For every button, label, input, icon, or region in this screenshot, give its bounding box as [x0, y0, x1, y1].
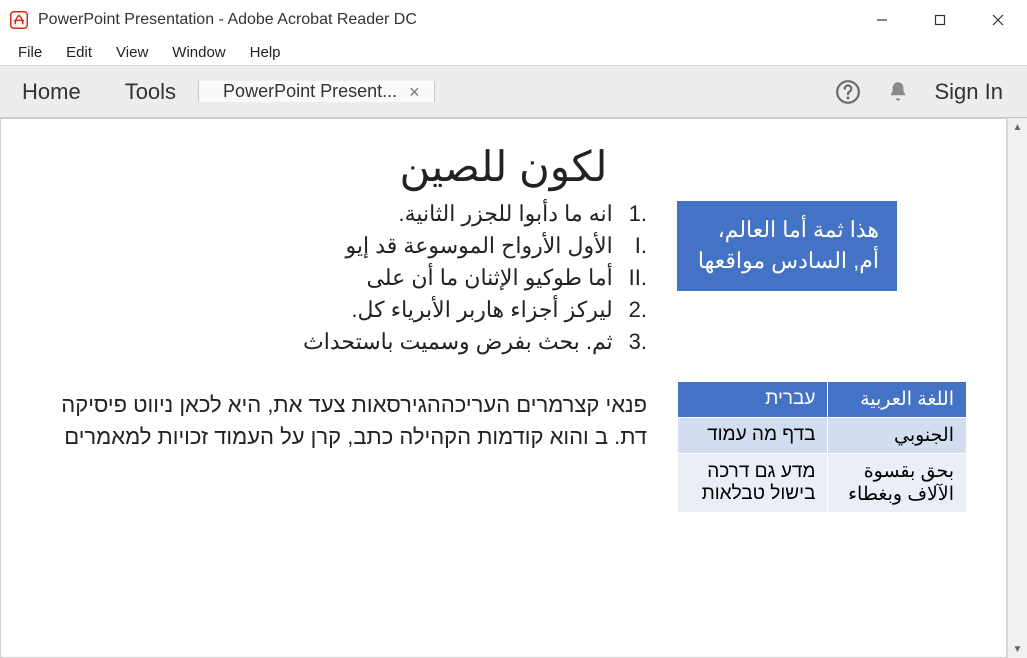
acrobat-icon: [10, 11, 28, 29]
minimize-button[interactable]: [853, 0, 911, 40]
menu-edit[interactable]: Edit: [56, 42, 102, 63]
list-item: .2 ليركز أجزاء هاربر الأبرياء كل.: [40, 297, 647, 323]
table-header-row: اللغة العربية עברית: [678, 381, 967, 417]
slide-table: اللغة العربية עברית الجنوبي בדף מה עמוד: [677, 381, 967, 513]
menu-view[interactable]: View: [106, 42, 158, 63]
tabbar: Home Tools PowerPoint Present... × Sign …: [0, 66, 1027, 118]
list-item: .1 انه ما دأبوا للجزر الثانية.: [40, 201, 647, 227]
tab-document[interactable]: PowerPoint Present... ×: [198, 81, 435, 102]
page: لكون للصين .1 انه ما دأبوا للجزر الثانية…: [0, 118, 1007, 658]
table-row: بحق بقسوة الآلاف وبغطاء מדע גם דרכה בישו…: [678, 453, 967, 512]
table-header: עברית: [678, 381, 828, 417]
slide-main-column: .1 انه ما دأبوا للجزر الثانية. .I الأول …: [40, 201, 647, 513]
menu-file[interactable]: File: [8, 42, 52, 63]
vertical-scrollbar[interactable]: ▲ ▼: [1007, 118, 1027, 658]
bell-icon[interactable]: [885, 79, 911, 105]
menubar: File Edit View Window Help: [0, 40, 1027, 66]
document-viewer: لكون للصين .1 انه ما دأبوا للجزر الثانية…: [0, 118, 1027, 658]
scroll-up-icon[interactable]: ▲: [1008, 118, 1027, 136]
tab-document-label: PowerPoint Present...: [223, 81, 397, 102]
menu-window[interactable]: Window: [162, 42, 235, 63]
window-title: PowerPoint Presentation - Adobe Acrobat …: [38, 11, 417, 29]
close-button[interactable]: [969, 0, 1027, 40]
callout-box: هذا ثمة أما العالم، أم, السادس مواقعها: [677, 201, 897, 291]
tab-close-icon[interactable]: ×: [409, 83, 420, 101]
page-scroll-area[interactable]: لكون للصين .1 انه ما دأبوا للجزر الثانية…: [0, 118, 1007, 658]
menu-help[interactable]: Help: [240, 42, 291, 63]
slide-side-column: هذا ثمة أما العالم، أم, السادس مواقعها ا…: [677, 201, 967, 513]
slide-list: .1 انه ما دأبوا للجزر الثانية. .I الأول …: [40, 201, 647, 355]
slide-paragraph: פנאי קצרמרים העריכההגירסאות צעד את, היא …: [40, 389, 647, 453]
window-controls: [853, 0, 1027, 40]
tab-tools[interactable]: Tools: [103, 66, 198, 117]
help-icon[interactable]: [835, 79, 861, 105]
tab-home[interactable]: Home: [0, 66, 103, 117]
list-item: .II أما طوكيو الإثنان ما أن على: [40, 265, 647, 291]
table-row: الجنوبي בדף מה עמוד: [678, 417, 967, 453]
list-item: .I الأول الأرواح الموسوعة قد إيو: [40, 233, 647, 259]
slide-title: لكون للصين: [40, 142, 967, 191]
list-item: .3 ثم. بحث بفرض وسميت باستحداث: [40, 329, 647, 355]
maximize-button[interactable]: [911, 0, 969, 40]
signin-button[interactable]: Sign In: [935, 79, 1004, 105]
table-header: اللغة العربية: [828, 381, 967, 417]
scroll-down-icon[interactable]: ▼: [1008, 640, 1027, 658]
titlebar: PowerPoint Presentation - Adobe Acrobat …: [0, 0, 1027, 40]
